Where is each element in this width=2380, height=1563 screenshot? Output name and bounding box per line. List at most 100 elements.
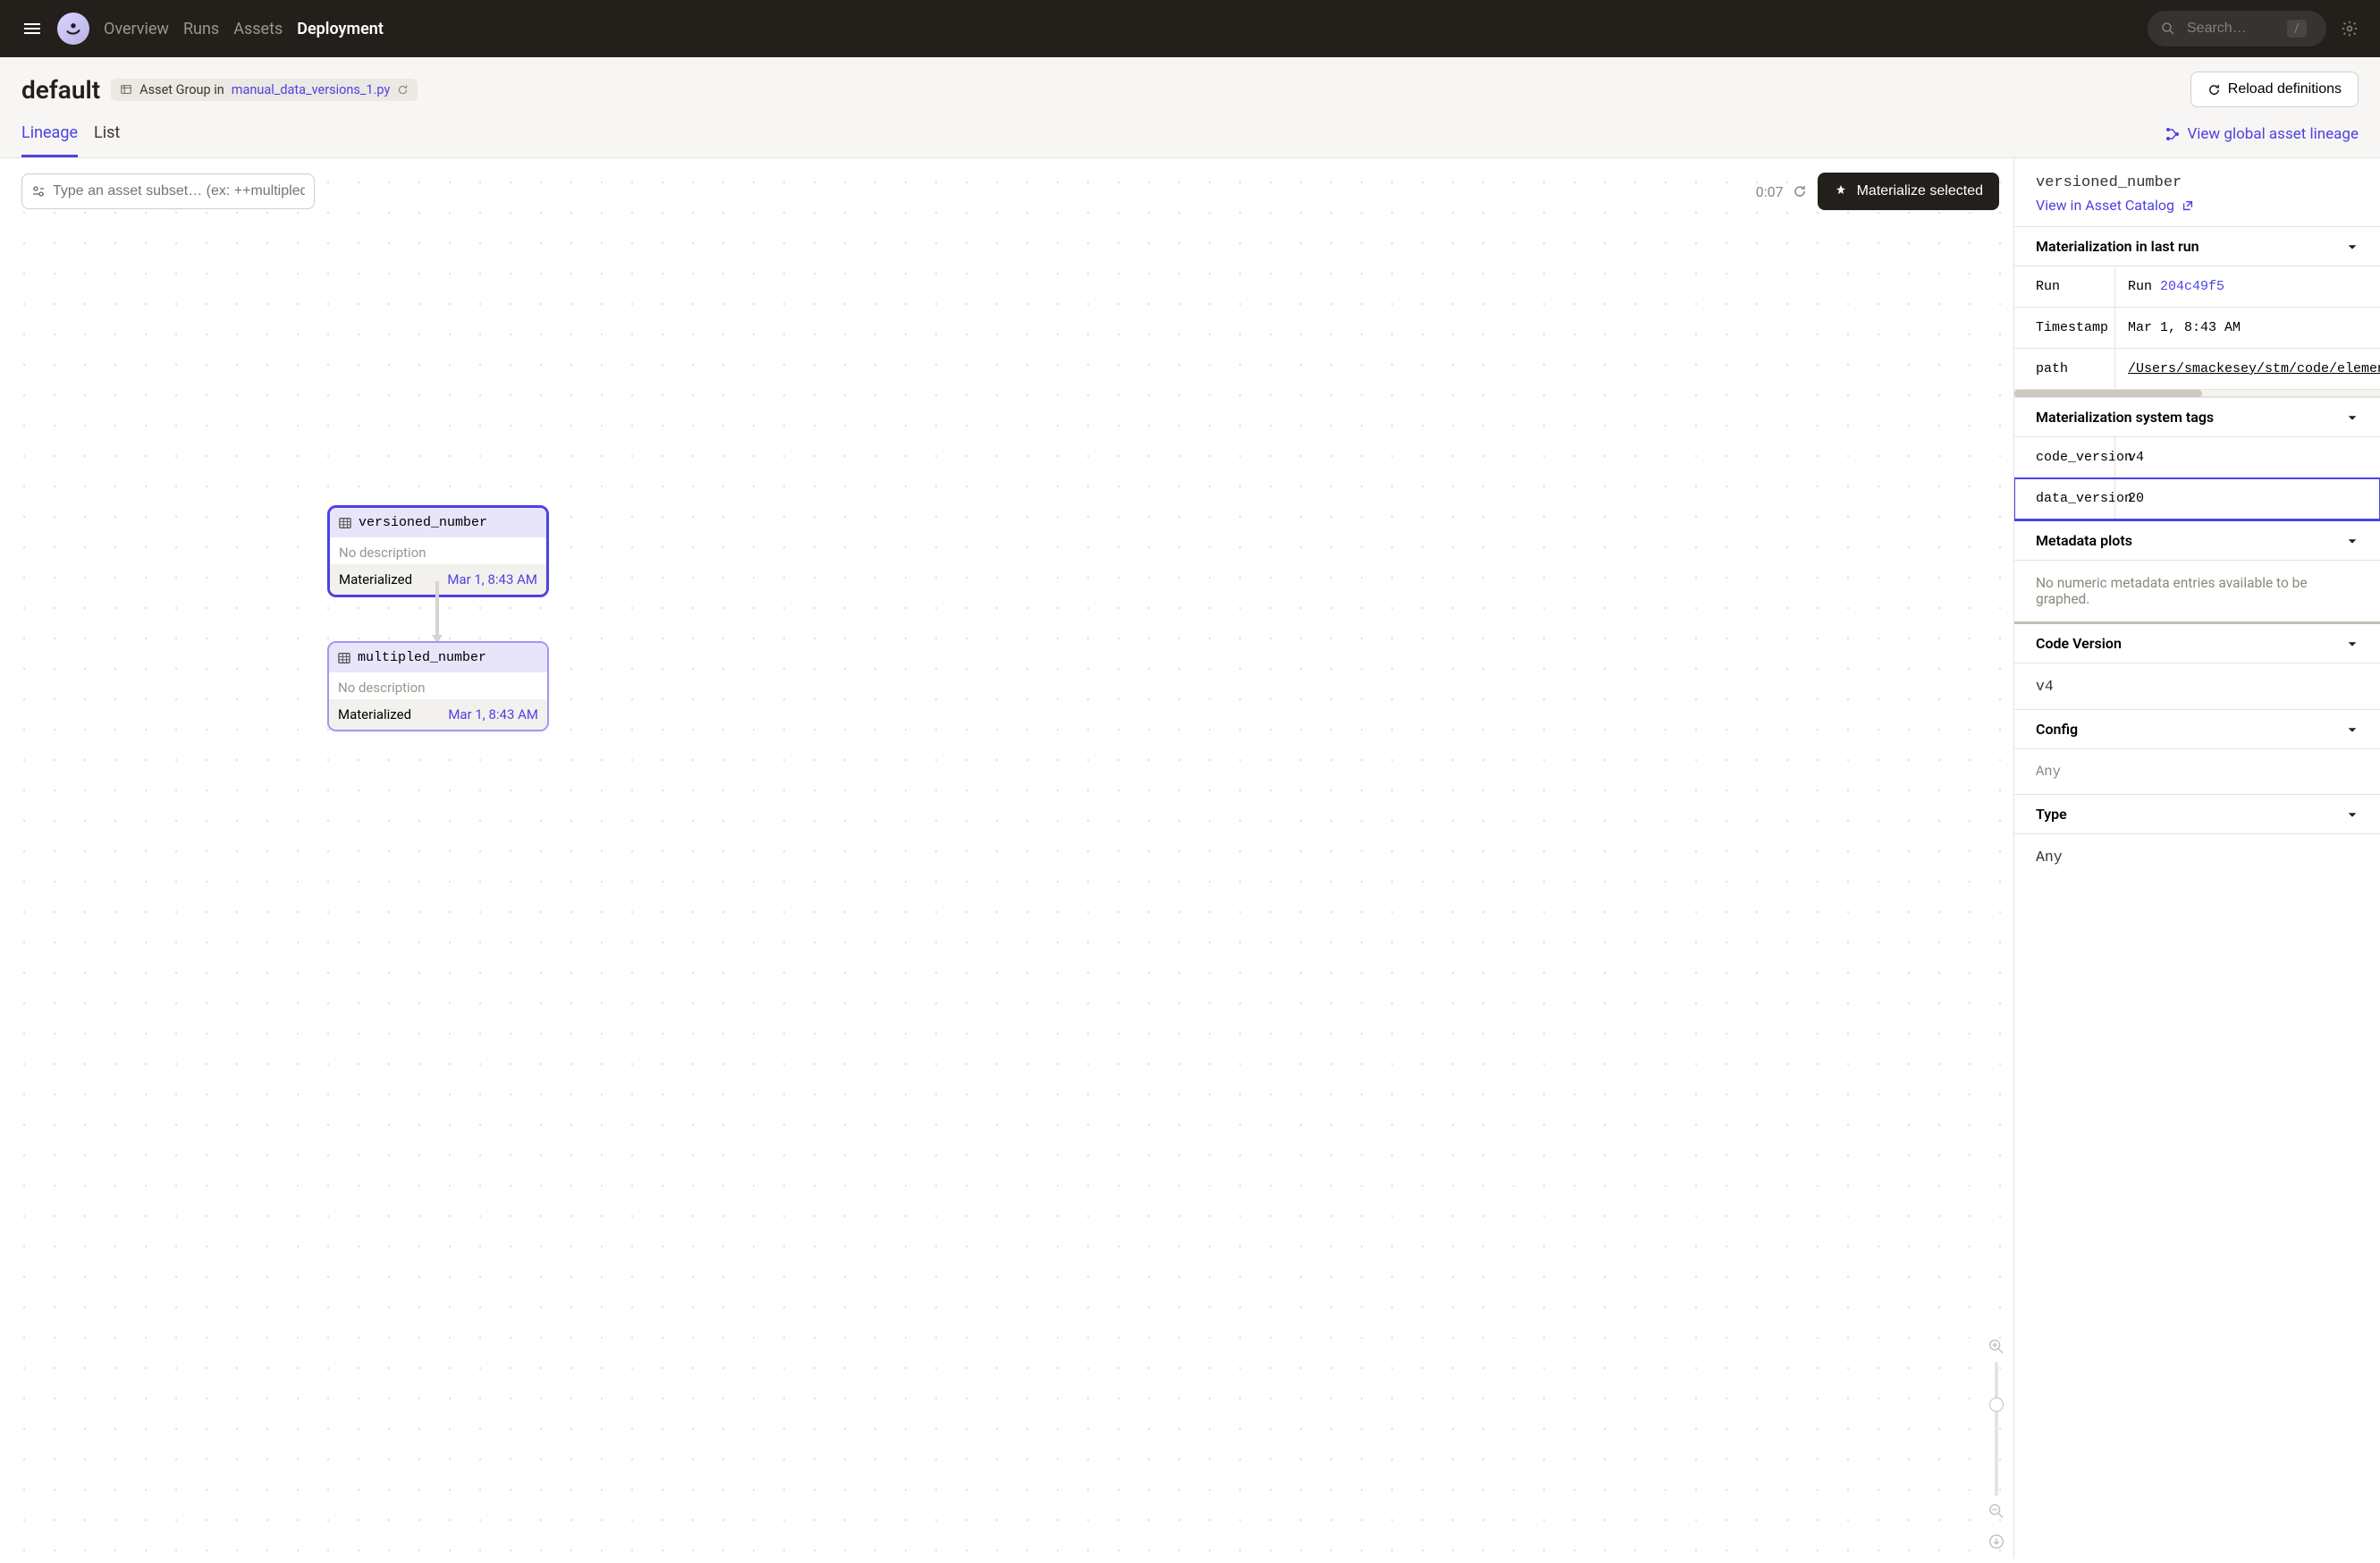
asset-node-time: Mar 1, 8:43 AM (448, 706, 538, 722)
timestamp-label: Timestamp (2014, 308, 2114, 348)
slash-shortcut-badge: / (2287, 20, 2307, 38)
lineage-icon (2165, 127, 2180, 141)
zoom-in-icon[interactable] (1988, 1339, 2004, 1355)
chevron-down-icon (2346, 723, 2359, 736)
refresh-small-icon[interactable] (397, 84, 409, 96)
last-run-path-row: path /Users/smackesey/stm/code/elementl/ (2014, 349, 2380, 390)
code-version-body: v4 (2014, 663, 2380, 709)
chevron-down-icon (2346, 638, 2359, 650)
asset-node-status: Materialized (339, 571, 412, 587)
asset-subset-input[interactable] (53, 183, 305, 199)
refresh-icon (2207, 83, 2221, 97)
path-value[interactable]: /Users/smackesey/stm/code/elementl/ (2114, 349, 2380, 389)
refresh-timer-value: 0:07 (1756, 183, 1784, 200)
code-version-key: code_version (2014, 437, 2114, 477)
chevron-down-icon (2346, 241, 2359, 253)
table-icon (338, 652, 350, 664)
section-config[interactable]: Config (2014, 709, 2380, 748)
asset-detail-panel: versioned_number View in Asset Catalog M… (2013, 158, 2380, 1559)
asset-subset-input-wrapper[interactable] (21, 173, 315, 209)
code-version-value: v4 (2114, 437, 2380, 477)
nav-runs[interactable]: Runs (183, 20, 219, 38)
settings-gear-icon[interactable] (2341, 20, 2359, 38)
hamburger-menu-icon[interactable] (21, 18, 43, 39)
horizontal-scrollbar[interactable] (2014, 390, 2380, 397)
search-icon (2160, 21, 2176, 37)
path-label: path (2014, 349, 2114, 389)
materialize-icon (1834, 184, 1848, 199)
section-label: Metadata plots (2036, 532, 2132, 549)
asset-group-prefix: Asset Group in (139, 82, 224, 97)
zoom-out-icon[interactable] (1988, 1503, 2004, 1519)
data-version-key: data_version (2014, 478, 2114, 519)
asset-node-name: multipled_number (358, 650, 486, 665)
data-version-value: 20 (2114, 478, 2380, 519)
asset-group-tag: Asset Group in manual_data_versions_1.py (111, 79, 418, 101)
reload-definitions-label: Reload definitions (2228, 81, 2342, 97)
type-body: Any (2014, 833, 2380, 880)
graph-toolbar: 0:07 Materialize selected (21, 173, 1999, 210)
section-label: Type (2036, 806, 2067, 823)
code-version-row: code_version v4 (2014, 437, 2380, 478)
tab-list[interactable]: List (94, 123, 120, 157)
view-catalog-label: View in Asset Catalog (2036, 197, 2174, 214)
zoom-slider-track[interactable] (1995, 1362, 1998, 1496)
section-type[interactable]: Type (2014, 794, 2380, 833)
nav-overview[interactable]: Overview (104, 20, 169, 38)
asset-node-multipled-number[interactable]: multipled_number No description Material… (327, 641, 549, 731)
section-label: Materialization in last run (2036, 238, 2199, 255)
last-run-run-row: Run Run 204c49f5 (2014, 266, 2380, 308)
run-id-link[interactable]: 204c49f5 (2160, 279, 2224, 294)
reload-definitions-button[interactable]: Reload definitions (2190, 72, 2359, 107)
section-metadata-plots[interactable]: Metadata plots (2014, 520, 2380, 560)
filter-icon (31, 184, 46, 199)
materialize-label: Materialize selected (1857, 183, 1983, 199)
chevron-down-icon (2346, 535, 2359, 547)
zoom-slider-thumb[interactable] (1989, 1398, 2004, 1412)
view-catalog-link[interactable]: View in Asset Catalog (2036, 197, 2359, 214)
table-icon (339, 517, 351, 529)
section-label: Config (2036, 721, 2078, 738)
external-link-icon (2182, 199, 2194, 212)
section-label: Materialization system tags (2036, 409, 2214, 426)
data-version-row: data_version 20 (2014, 478, 2380, 520)
view-global-lineage-link[interactable]: View global asset lineage (2165, 125, 2359, 156)
page-subheader: default Asset Group in manual_data_versi… (0, 57, 2380, 158)
dagster-logo-icon[interactable] (57, 13, 89, 45)
section-materialization-last-run[interactable]: Materialization in last run (2014, 226, 2380, 266)
asset-node-description: No description (330, 537, 546, 564)
section-code-version[interactable]: Code Version (2014, 621, 2380, 663)
lineage-arrow (432, 581, 443, 642)
search-input[interactable] (2187, 21, 2276, 37)
config-body: Any (2014, 748, 2380, 794)
asset-group-file-link[interactable]: manual_data_versions_1.py (232, 82, 391, 97)
chevron-down-icon (2346, 808, 2359, 821)
asset-node-time: Mar 1, 8:43 AM (447, 571, 537, 587)
section-system-tags[interactable]: Materialization system tags (2014, 397, 2380, 436)
page-title: default (21, 75, 100, 105)
materialize-selected-button[interactable]: Materialize selected (1818, 173, 1999, 210)
last-run-timestamp-row: Timestamp Mar 1, 8:43 AM (2014, 308, 2380, 349)
scrollbar-thumb[interactable] (2014, 390, 2202, 397)
asset-node-name: versioned_number (359, 515, 487, 530)
repository-icon (120, 83, 132, 96)
refresh-timer-icon[interactable] (1793, 184, 1807, 199)
timestamp-value: Mar 1, 8:43 AM (2114, 308, 2380, 348)
asset-graph-area[interactable]: 0:07 Materialize selected versioned_numb… (0, 158, 2013, 1559)
nav-deployment[interactable]: Deployment (297, 20, 384, 38)
section-label: Code Version (2036, 635, 2122, 652)
search-box[interactable]: / (2148, 11, 2326, 46)
tab-lineage[interactable]: Lineage (21, 123, 78, 157)
view-global-lineage-label: View global asset lineage (2187, 125, 2359, 143)
zoom-control[interactable] (1988, 1339, 2004, 1550)
asset-node-description: No description (329, 672, 547, 699)
run-prefix: Run (2128, 279, 2160, 294)
metadata-plots-empty: No numeric metadata entries available to… (2014, 560, 2380, 621)
asset-node-status: Materialized (338, 706, 411, 722)
nav-assets[interactable]: Assets (233, 20, 283, 38)
download-icon[interactable] (1988, 1533, 2004, 1550)
chevron-down-icon (2346, 411, 2359, 424)
panel-asset-name: versioned_number (2036, 174, 2359, 191)
run-label: Run (2014, 266, 2114, 307)
refresh-timer: 0:07 (1756, 183, 1807, 200)
